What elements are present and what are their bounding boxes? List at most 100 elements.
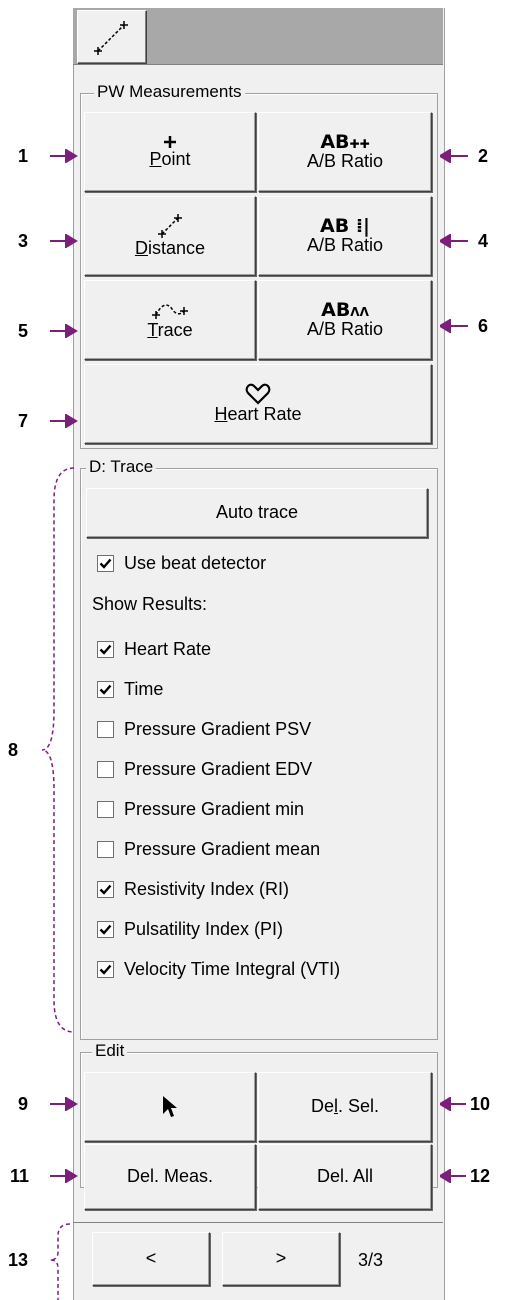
checkbox-box[interactable] — [97, 760, 114, 778]
callout-arrow-icon — [440, 1169, 466, 1183]
point-label: Point — [149, 149, 191, 170]
checkmark-icon — [99, 924, 112, 935]
callout-number: 13 — [8, 1250, 29, 1270]
ab-ratio-point-button[interactable]: AB✚✚ A/B Ratio — [258, 112, 432, 192]
bracket-13 — [49, 1223, 71, 1300]
delete-selected-label: Del. Sel. — [310, 1096, 380, 1117]
result-checkbox[interactable]: Time — [97, 678, 163, 700]
callout-number: 5 — [18, 321, 29, 341]
checkmark-icon — [99, 558, 112, 569]
result-label: Velocity Time Integral (VTI) — [124, 958, 341, 979]
result-checkbox[interactable]: Velocity Time Integral (VTI) — [97, 958, 340, 980]
page-indicator: 3/3 — [358, 1250, 384, 1270]
ab-distance-icon: AB ⁞| — [320, 214, 370, 237]
use-beat-detector-label: Use beat detector — [124, 552, 267, 573]
result-label: Pressure Gradient min — [124, 798, 305, 819]
callout-number: 9 — [18, 1094, 29, 1114]
callout-arrow-icon — [50, 234, 78, 248]
delete-measurement-button[interactable]: Del. Meas. — [84, 1144, 256, 1210]
auto-trace-button[interactable]: Auto trace — [86, 488, 428, 538]
delete-all-button[interactable]: Del. All — [258, 1144, 432, 1210]
next-page-button[interactable]: > — [222, 1232, 340, 1286]
checkmark-icon — [99, 964, 112, 975]
callout-arrow-icon — [50, 414, 78, 428]
ab-ratio-trace-button[interactable]: ABꓥꓥ A/B Ratio — [258, 280, 432, 360]
callout-number: 1 — [18, 146, 29, 166]
callout-number: 3 — [18, 231, 29, 251]
result-label: Time — [124, 678, 164, 699]
ab-ratio-label: A/B Ratio — [306, 150, 384, 171]
callout-number: 12 — [470, 1166, 491, 1186]
callout-arrow-icon — [50, 324, 78, 338]
callout-number: 4 — [478, 231, 489, 251]
callout-number: 8 — [8, 740, 19, 760]
trace-label: Trace — [147, 320, 193, 341]
callout-arrow-icon — [440, 1097, 466, 1111]
point-icon — [164, 136, 176, 149]
caliper-icon — [94, 21, 128, 55]
result-checkbox[interactable]: Pressure Gradient mean — [97, 838, 320, 860]
distance-icon — [158, 214, 182, 239]
callout-arrow-icon — [50, 1169, 78, 1183]
result-label: Pressure Gradient EDV — [124, 758, 313, 779]
result-label: Pressure Gradient mean — [124, 838, 321, 859]
checkbox-box[interactable] — [97, 680, 114, 698]
checkbox-box[interactable] — [97, 960, 114, 978]
checkbox-box[interactable] — [97, 720, 114, 738]
divider — [73, 1222, 443, 1223]
checkmark-icon — [99, 884, 112, 895]
callout-number: 10 — [470, 1094, 491, 1114]
ab-point-icon: AB✚✚ — [320, 130, 370, 153]
checkbox-box[interactable] — [97, 800, 114, 818]
result-label: Heart Rate — [124, 638, 212, 659]
trace-icon — [152, 304, 188, 320]
measure-tool-button[interactable] — [77, 10, 147, 64]
edit-legend: Edit — [92, 1041, 128, 1061]
point-button[interactable]: Point — [84, 112, 256, 192]
ab-ratio-label: A/B Ratio — [306, 234, 384, 255]
heart-icon — [245, 383, 271, 405]
callout-arrow-icon — [440, 319, 468, 333]
callout-number: 7 — [18, 411, 29, 431]
callout-arrow-icon — [440, 149, 468, 163]
checkbox-box[interactable] — [97, 554, 114, 572]
result-checkbox[interactable]: Resistivity Index (RI) — [97, 878, 289, 900]
cursor-arrow-icon — [163, 1096, 177, 1117]
ab-ratio-distance-button[interactable]: AB ⁞| A/B Ratio — [258, 196, 432, 276]
bracket-8 — [41, 467, 75, 1033]
checkbox-box[interactable] — [97, 840, 114, 858]
distance-button[interactable]: Distance — [84, 196, 256, 276]
result-checkbox[interactable]: Pressure Gradient PSV — [97, 718, 311, 740]
show-results-label: Show Results: — [92, 594, 208, 614]
previous-page-button[interactable]: < — [92, 1232, 210, 1286]
trace-legend: D: Trace — [86, 457, 157, 477]
callout-arrow-icon — [50, 1097, 78, 1111]
result-checkbox[interactable]: Pressure Gradient min — [97, 798, 304, 820]
select-pointer-button[interactable] — [84, 1072, 256, 1142]
callout-arrow-icon — [440, 234, 468, 248]
result-checkbox[interactable]: Pressure Gradient EDV — [97, 758, 312, 780]
callout-number: 6 — [478, 316, 489, 336]
result-checkbox[interactable]: Heart Rate — [97, 638, 211, 660]
delete-selected-button[interactable]: Del. Sel. — [258, 1072, 432, 1142]
callout-number: 2 — [478, 146, 489, 166]
heart-rate-button[interactable]: Heart Rate — [84, 364, 432, 444]
trace-button[interactable]: Trace — [84, 280, 256, 360]
result-label: Pressure Gradient PSV — [124, 718, 312, 739]
result-label: Resistivity Index (RI) — [124, 878, 290, 899]
use-beat-detector-checkbox[interactable]: Use beat detector — [97, 552, 266, 574]
callout-arrow-icon — [50, 149, 78, 163]
checkbox-box[interactable] — [97, 640, 114, 658]
callout-number: 11 — [10, 1166, 30, 1186]
result-checkbox[interactable]: Pulsatility Index (PI) — [97, 918, 283, 940]
ab-trace-icon: ABꓥꓥ — [321, 298, 369, 321]
checkmark-icon — [99, 644, 112, 655]
ab-ratio-label: A/B Ratio — [306, 318, 384, 339]
pw-measurements-legend: PW Measurements — [94, 82, 245, 102]
checkmark-icon — [99, 684, 112, 695]
checkbox-box[interactable] — [97, 920, 114, 938]
heart-rate-label: Heart Rate — [214, 404, 302, 425]
checkbox-box[interactable] — [97, 880, 114, 898]
distance-label: Distance — [134, 238, 206, 259]
result-label: Pulsatility Index (PI) — [124, 918, 284, 939]
